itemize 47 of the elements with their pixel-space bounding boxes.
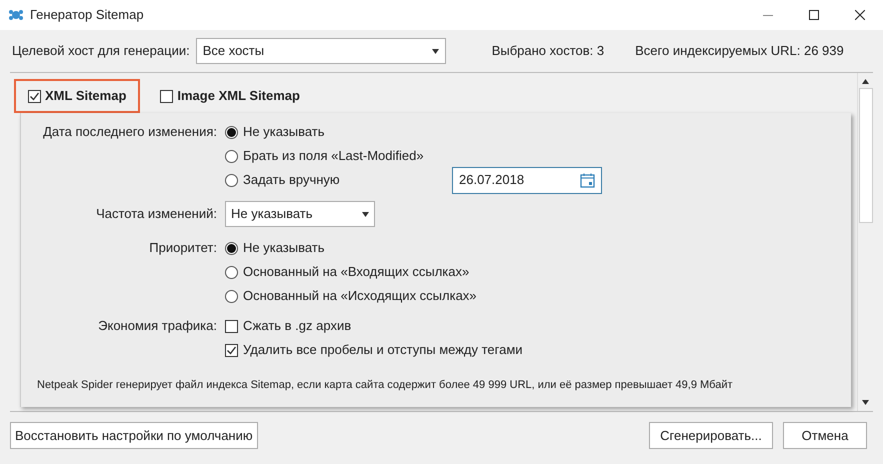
radio-label: Не указывать [243, 123, 325, 142]
generate-button[interactable]: Сгенерировать... [649, 422, 773, 449]
calendar-icon [580, 172, 595, 188]
setting-label: Частота изменений: [95, 205, 218, 224]
scroll-up-icon [862, 79, 869, 84]
host-label: Целевой хост для генерации: [12, 42, 190, 60]
checkbox[interactable] [160, 90, 174, 102]
radio-button[interactable] [225, 150, 238, 162]
frequency-select[interactable]: Не указывать [225, 201, 375, 227]
radio-button[interactable] [225, 242, 238, 254]
scrollbar[interactable] [857, 73, 873, 411]
sitemap-type-option[interactable]: XML Sitemap [14, 79, 140, 113]
date-field[interactable]: 26.07.2018 [452, 166, 602, 194]
selected-hosts-count: Выбрано хостов: 3 [492, 42, 604, 60]
maximize-icon [809, 10, 819, 20]
checkbox[interactable] [225, 344, 238, 356]
setting-label: Дата последнего изменения: [42, 123, 218, 141]
radio-button[interactable] [225, 290, 238, 302]
close-icon [855, 10, 865, 20]
checkbox-label: Удалить все пробелы и отступы между тегами [243, 341, 523, 360]
sitemap-type-option[interactable]: Image XML Sitemap [146, 79, 314, 113]
dropdown-caret-icon [362, 212, 369, 216]
radio-label: Основанный на «Входящих ссылках» [243, 263, 470, 282]
checkbox-label: Сжать в .gz архив [243, 317, 352, 336]
host-select[interactable]: Все хосты [196, 38, 446, 64]
total-urls-count: Всего индексируемых URL: 26 939 [635, 42, 844, 60]
sitemap-index-note: Netpeak Spider генерирует файл индекса Sitemap, если карта сайта содержит более 49 999 URL, или её размер превышает 49,9 Мбайт [37, 378, 734, 392]
radio-label: Основанный на «Исходящих ссылках» [243, 287, 477, 306]
reset-defaults-button[interactable]: Восстановить настройки по умолчанию [10, 422, 258, 449]
window-title: Генератор Sitemap [30, 6, 144, 24]
app-logo-icon [8, 8, 24, 22]
radio-button[interactable] [225, 174, 238, 186]
radio-label: Брать из поля «Last-Modified» [243, 147, 424, 166]
checkbox[interactable] [28, 90, 41, 102]
scroll-down-icon [862, 400, 869, 405]
minimize-icon [763, 14, 773, 16]
check-icon [226, 344, 237, 356]
setting-label: Экономия трафика: [97, 317, 218, 335]
setting-label: Приоритет: [148, 239, 218, 257]
radio-label: Не указывать [243, 239, 325, 258]
dropdown-caret-icon [432, 48, 439, 54]
checkbox[interactable] [225, 320, 238, 332]
radio-button[interactable] [225, 266, 238, 278]
radio-label: Задать вручную [243, 171, 341, 190]
radio-button[interactable] [225, 126, 238, 138]
check-icon [29, 90, 40, 102]
cancel-button[interactable]: Отмена [783, 422, 867, 449]
